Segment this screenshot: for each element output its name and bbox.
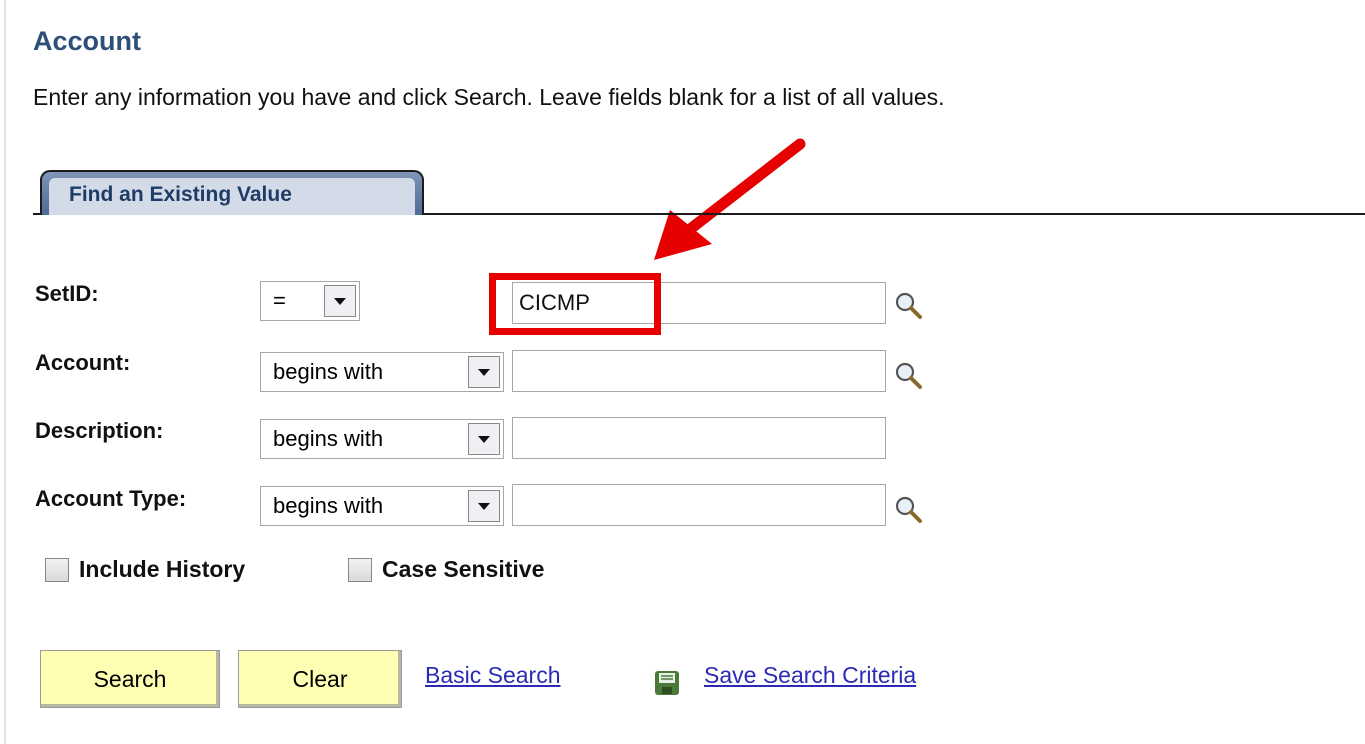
basic-search-link[interactable]: Basic Search <box>425 662 561 689</box>
save-disk-icon[interactable] <box>652 668 682 698</box>
description-input[interactable] <box>512 417 886 459</box>
red-highlight-box <box>489 273 661 335</box>
page-title: Account <box>33 26 141 56</box>
account-operator-value: begins with <box>273 359 384 384</box>
instructions-text: Enter any information you have and click… <box>33 84 945 110</box>
account-type-operator-select[interactable]: begins with <box>260 486 504 526</box>
account-operator-select[interactable]: begins with <box>260 352 504 392</box>
tab-label: Find an Existing Value <box>49 178 415 215</box>
save-search-criteria-link[interactable]: Save Search Criteria <box>704 662 916 689</box>
description-operator-value: begins with <box>273 426 384 451</box>
case-sensitive-label: Case Sensitive <box>382 556 545 582</box>
include-history-label: Include History <box>79 556 246 582</box>
chevron-down-icon[interactable] <box>468 490 500 522</box>
red-arrow-annotation <box>654 138 806 260</box>
include-history-option[interactable]: Include History <box>45 556 245 583</box>
setid-lookup-magnifier-icon[interactable] <box>893 290 923 320</box>
account-type-label: Account Type: <box>35 486 187 511</box>
account-label: Account: <box>35 350 131 375</box>
account-type-operator-value: begins with <box>273 493 384 518</box>
account-lookup-magnifier-icon[interactable] <box>893 360 923 390</box>
include-history-checkbox[interactable] <box>45 557 69 582</box>
tab-find-existing-value[interactable]: Find an Existing Value <box>40 170 424 215</box>
description-operator-select[interactable]: begins with <box>260 419 504 459</box>
account-input[interactable] <box>512 350 886 392</box>
case-sensitive-option[interactable]: Case Sensitive <box>348 556 544 583</box>
chevron-down-icon[interactable] <box>468 423 500 455</box>
setid-operator-select[interactable]: = <box>260 281 360 321</box>
account-type-lookup-magnifier-icon[interactable] <box>893 494 923 524</box>
description-label: Description: <box>35 418 164 443</box>
search-button[interactable]: Search <box>40 650 220 708</box>
chevron-down-icon[interactable] <box>468 356 500 388</box>
left-border <box>4 0 6 744</box>
search-page: Account Enter any information you have a… <box>0 0 1365 744</box>
account-type-input[interactable] <box>512 484 886 526</box>
clear-button[interactable]: Clear <box>238 650 402 708</box>
chevron-down-icon[interactable] <box>324 285 356 317</box>
case-sensitive-checkbox[interactable] <box>348 557 372 582</box>
setid-label: SetID: <box>35 281 99 306</box>
setid-operator-value: = <box>273 288 286 313</box>
